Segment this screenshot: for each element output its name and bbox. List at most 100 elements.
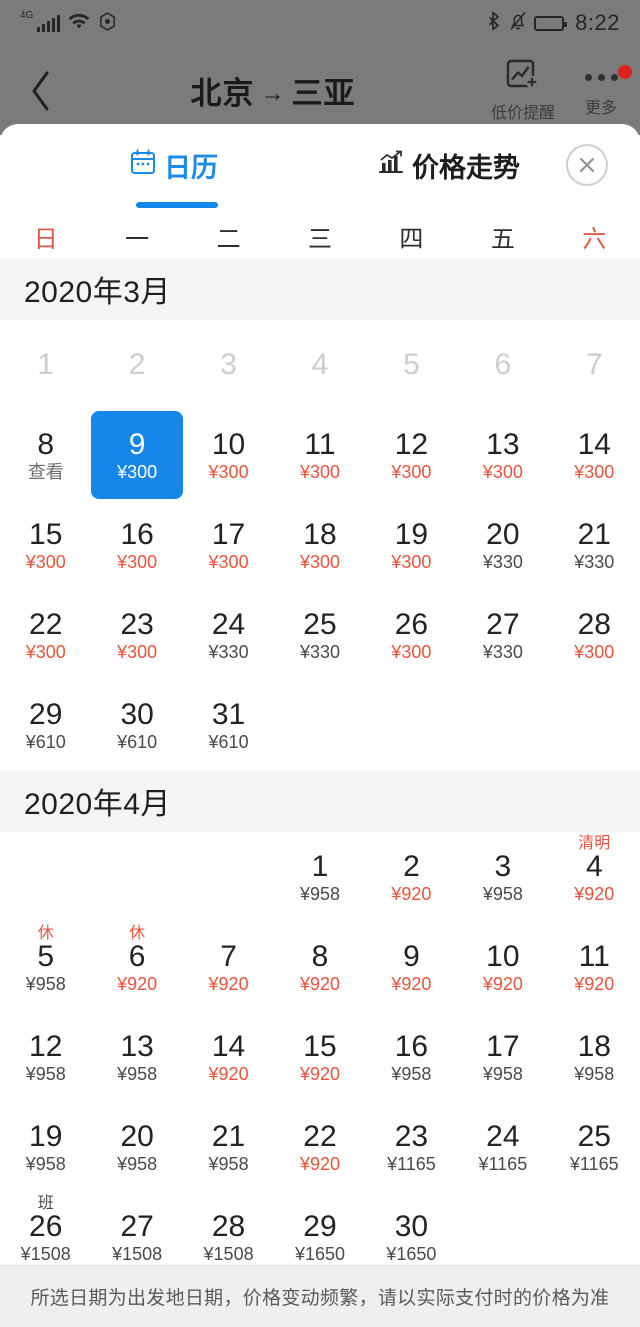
day-number: 21 xyxy=(577,517,611,551)
day-cell[interactable]: 17 ¥958 xyxy=(457,1012,548,1102)
day-price: ¥1508 xyxy=(20,1244,71,1265)
day-cell[interactable]: 11 ¥920 xyxy=(549,922,640,1012)
day-cell[interactable]: 30 ¥610 xyxy=(91,680,182,770)
day-number: 28 xyxy=(211,1209,246,1243)
day-cell[interactable]: 29 ¥610 xyxy=(0,680,91,770)
day-cell[interactable]: 23 ¥300 xyxy=(91,590,182,680)
wifi-icon xyxy=(67,12,91,34)
day-cell[interactable]: 13 ¥958 xyxy=(91,1012,182,1102)
calendar-icon xyxy=(130,149,156,182)
day-cell[interactable]: 3 ¥958 xyxy=(457,832,548,922)
day-number: 12 xyxy=(394,427,429,461)
day-cell[interactable]: 8 ¥920 xyxy=(274,922,365,1012)
day-number: 23 xyxy=(394,1119,429,1153)
day-number: 20 xyxy=(486,517,520,551)
day-number: 26 xyxy=(394,607,429,641)
day-cell[interactable]: 18 ¥300 xyxy=(274,500,365,590)
day-cell[interactable]: 10 ¥920 xyxy=(457,922,548,1012)
day-cell[interactable]: 15 ¥920 xyxy=(274,1012,365,1102)
day-cell[interactable]: 16 ¥300 xyxy=(91,500,182,590)
day-cell[interactable]: 13 ¥300 xyxy=(457,410,548,500)
price-alert-button[interactable]: 低价提醒 xyxy=(484,59,562,123)
day-cell[interactable]: 18 ¥958 xyxy=(549,1012,640,1102)
day-price: ¥330 xyxy=(208,642,249,663)
day-cell[interactable]: 19 ¥958 xyxy=(0,1102,91,1192)
day-badge: 休 xyxy=(129,925,146,942)
day-cell[interactable]: 24 ¥330 xyxy=(183,590,274,680)
route-origin: 北京 xyxy=(190,76,255,111)
day-cell[interactable]: 28 ¥300 xyxy=(549,590,640,680)
day-price: ¥300 xyxy=(208,552,249,573)
day-number: 3 xyxy=(220,348,237,382)
day-cell[interactable]: 9 ¥300 xyxy=(91,410,184,500)
day-number: 20 xyxy=(120,1119,154,1153)
day-badge: 休 xyxy=(37,925,54,942)
day-number: 26 xyxy=(29,1209,63,1243)
day-cell[interactable]: 22 ¥300 xyxy=(0,590,91,680)
calendar-sheet: 日历 价格走势 日一二三四五六 2020年3月 1 2 3 4 5 6 7 8 查看 9 ¥300 10… xyxy=(0,124,640,1327)
month-header: 2020年4月 xyxy=(0,770,640,832)
day-cell[interactable]: 26 ¥300 xyxy=(366,590,457,680)
day-cell[interactable]: 24 ¥1165 xyxy=(457,1102,548,1192)
day-cell[interactable]: 23 ¥1165 xyxy=(366,1102,457,1192)
day-cell[interactable]: 17 ¥300 xyxy=(183,500,274,590)
month-grid: 1 2 3 4 5 6 7 8 查看 9 ¥300 10 ¥300 11 ¥300 12 ¥300 13 ¥300 1… xyxy=(0,320,640,770)
day-number: 9 xyxy=(128,427,146,461)
day-price: ¥1165 xyxy=(478,1154,528,1175)
day-number: 15 xyxy=(303,1029,337,1063)
status-bar-clock: 8:22 xyxy=(575,10,620,35)
weekday-5: 五 xyxy=(490,225,515,253)
close-button[interactable] xyxy=(566,144,608,186)
day-cell[interactable]: 11 ¥300 xyxy=(274,410,365,500)
day-price: ¥300 xyxy=(117,642,158,663)
day-cell[interactable]: 21 ¥958 xyxy=(183,1102,274,1192)
day-cell: 7 xyxy=(549,320,640,410)
day-cell[interactable]: 27 ¥330 xyxy=(457,590,548,680)
day-cell[interactable]: 14 ¥920 xyxy=(183,1012,274,1102)
day-cell[interactable]: 15 ¥300 xyxy=(0,500,91,590)
day-number: 19 xyxy=(29,1119,63,1153)
more-dots-icon xyxy=(584,63,618,91)
day-cell[interactable]: 休 5 ¥958 xyxy=(0,922,91,1012)
day-cell[interactable]: 20 ¥330 xyxy=(457,500,548,590)
day-number: 13 xyxy=(486,427,520,461)
day-price: ¥920 xyxy=(482,974,523,995)
more-button[interactable]: 更多 xyxy=(562,63,640,118)
day-cell[interactable]: 25 ¥1165 xyxy=(549,1102,640,1192)
day-cell[interactable]: 21 ¥330 xyxy=(549,500,640,590)
day-cell[interactable]: 12 ¥958 xyxy=(0,1012,91,1102)
day-number: 3 xyxy=(494,849,512,883)
day-number: 17 xyxy=(211,517,246,551)
day-price: ¥1508 xyxy=(203,1244,254,1265)
day-cell[interactable]: 清明 4 ¥920 xyxy=(549,832,640,922)
day-cell[interactable]: 14 ¥300 xyxy=(549,410,640,500)
day-number: 27 xyxy=(486,607,520,641)
day-cell[interactable]: 9 ¥920 xyxy=(366,922,457,1012)
day-price: ¥330 xyxy=(574,552,615,573)
day-cell[interactable]: 2 ¥920 xyxy=(366,832,457,922)
more-label: 更多 xyxy=(584,100,617,117)
tab-price-trend[interactable]: 价格走势 xyxy=(378,146,520,185)
day-cell[interactable]: 7 ¥920 xyxy=(183,922,274,1012)
months-container: 2020年3月 1 2 3 4 5 6 7 8 查看 9 ¥300 10 ¥300 11 ¥300 12 ¥300… xyxy=(0,258,640,1282)
day-price: ¥920 xyxy=(117,974,158,995)
day-cell[interactable]: 1 ¥958 xyxy=(274,832,365,922)
day-cell[interactable]: 25 ¥330 xyxy=(274,590,365,680)
day-cell[interactable]: 20 ¥958 xyxy=(91,1102,182,1192)
day-cell[interactable]: 16 ¥958 xyxy=(366,1012,457,1102)
day-cell[interactable]: 31 ¥610 xyxy=(183,680,274,770)
day-cell[interactable]: 19 ¥300 xyxy=(366,500,457,590)
day-number: 9 xyxy=(403,939,420,973)
bell-muted-icon xyxy=(509,11,527,35)
day-number: 6 xyxy=(494,348,512,382)
day-cell[interactable]: 22 ¥920 xyxy=(274,1102,365,1192)
tab-calendar[interactable]: 日历 xyxy=(130,146,218,185)
calendar-screen: 4G 8:22 北京 → 三亚 低价提醒 更多 日历 价格走势 日 一 二 三 … xyxy=(0,0,640,1327)
bluetooth-icon xyxy=(488,11,502,35)
day-cell[interactable]: 10 ¥300 xyxy=(183,410,274,500)
day-cell[interactable]: 休 6 ¥920 xyxy=(91,922,182,1012)
day-number: 31 xyxy=(211,697,246,731)
tab-active-indicator xyxy=(136,202,218,208)
day-cell[interactable]: 12 ¥300 xyxy=(366,410,457,500)
day-cell[interactable]: 8 查看 xyxy=(0,410,91,500)
